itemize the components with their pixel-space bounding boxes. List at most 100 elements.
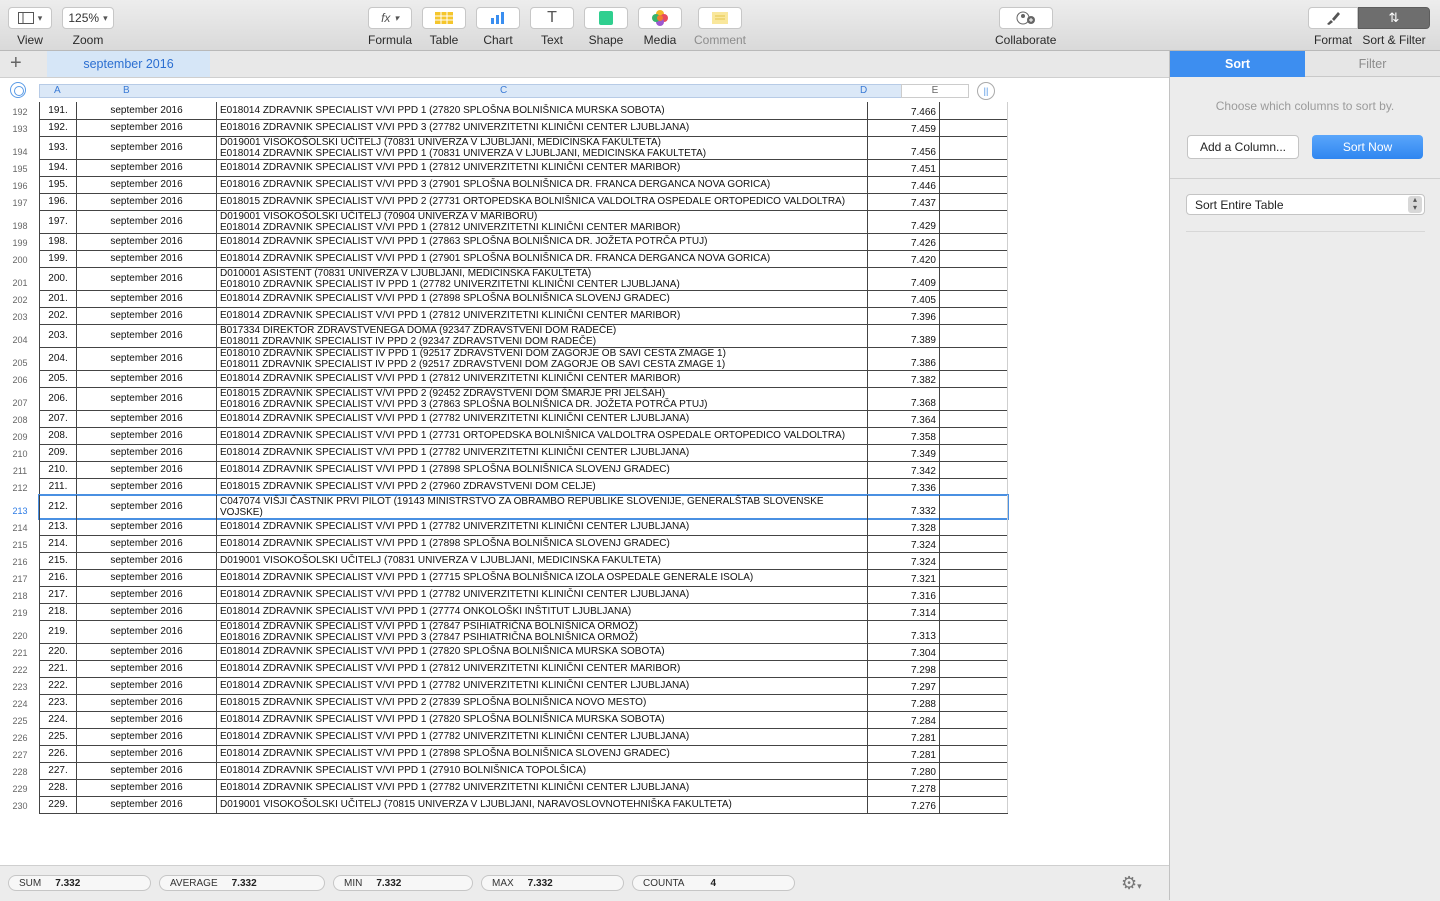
cell-period[interactable]: september 2016 bbox=[77, 427, 217, 444]
cell-position[interactable]: E018014 ZDRAVNIK SPECIALIST V/VI PPD 1 (… bbox=[217, 677, 868, 694]
cell-empty[interactable] bbox=[940, 677, 1008, 694]
cell-empty[interactable] bbox=[940, 136, 1008, 159]
row-number[interactable]: 198 bbox=[9, 221, 31, 231]
cell-empty[interactable] bbox=[940, 193, 1008, 210]
cell-period[interactable]: september 2016 bbox=[77, 387, 217, 410]
cell-period[interactable]: september 2016 bbox=[77, 159, 217, 176]
cell-value[interactable]: 7.389 bbox=[868, 324, 940, 347]
cell-value[interactable]: 7.276 bbox=[868, 796, 940, 813]
stat-max[interactable]: MAX 7.332 bbox=[481, 875, 624, 891]
cell-value[interactable]: 7.278 bbox=[868, 779, 940, 796]
row-number[interactable]: 201 bbox=[9, 278, 31, 288]
column-header-b[interactable]: B bbox=[123, 85, 130, 96]
cell-empty[interactable] bbox=[940, 660, 1008, 677]
cell-position[interactable]: E018014 ZDRAVNIK SPECIALIST V/VI PPD 1 (… bbox=[217, 159, 868, 176]
cell-empty[interactable] bbox=[940, 796, 1008, 813]
table-row[interactable]: 212. september 2016 C047074 VIŠJI ČASTNIK … bbox=[38, 494, 1009, 520]
row-number[interactable]: 218 bbox=[9, 591, 31, 601]
sort-now-button[interactable]: Sort Now bbox=[1312, 135, 1423, 159]
add-sheet-button[interactable]: + bbox=[10, 53, 22, 73]
table-control[interactable]: Table bbox=[422, 7, 466, 47]
cell-empty[interactable] bbox=[940, 210, 1008, 233]
collaborate-control[interactable]: Collaborate bbox=[995, 7, 1056, 47]
cell-period[interactable]: september 2016 bbox=[77, 119, 217, 136]
cell-position[interactable]: E018014 ZDRAVNIK SPECIALIST V/VI PPD 1 (… bbox=[217, 660, 868, 677]
cell-value[interactable]: 7.332 bbox=[868, 495, 940, 518]
cell-period[interactable]: september 2016 bbox=[77, 728, 217, 745]
cell-empty[interactable] bbox=[940, 410, 1008, 427]
view-control[interactable]: ▾ View bbox=[8, 7, 52, 47]
cell-empty[interactable] bbox=[940, 176, 1008, 193]
cell-position[interactable]: E018014 ZDRAVNIK SPECIALIST V/VI PPD 1 (… bbox=[217, 620, 868, 643]
cell-position[interactable]: E018014 ZDRAVNIK SPECIALIST V/VI PPD 1 (… bbox=[217, 290, 868, 307]
cell-period[interactable]: september 2016 bbox=[77, 102, 217, 119]
cell-position[interactable]: E018014 ZDRAVNIK SPECIALIST V/VI PPD 1 (… bbox=[217, 518, 868, 535]
table-row[interactable]: 203. september 2016 B017334 DIREKTOR ZDRAV… bbox=[39, 324, 1008, 348]
row-number[interactable]: 229 bbox=[9, 784, 31, 794]
cell-empty[interactable] bbox=[940, 518, 1008, 535]
cell-rank[interactable]: 200. bbox=[39, 267, 77, 290]
table-row[interactable]: 217. september 2016 E018014 ZDRAVNIK SPECI… bbox=[39, 586, 1008, 604]
cell-position[interactable]: E018014 ZDRAVNIK SPECIALIST V/VI PPD 1 (… bbox=[217, 461, 868, 478]
cell-value[interactable]: 7.429 bbox=[868, 210, 940, 233]
cell-empty[interactable] bbox=[940, 290, 1008, 307]
table-row[interactable]: 219. september 2016 E018014 ZDRAVNIK SPECI… bbox=[39, 620, 1008, 644]
cell-empty[interactable] bbox=[940, 102, 1008, 119]
cell-empty[interactable] bbox=[940, 461, 1008, 478]
row-number[interactable]: 194 bbox=[9, 147, 31, 157]
zoom-control[interactable]: 125% ▾ Zoom bbox=[62, 7, 114, 47]
cell-period[interactable]: september 2016 bbox=[77, 136, 217, 159]
cell-rank[interactable]: 195. bbox=[39, 176, 77, 193]
cell-rank[interactable]: 206. bbox=[39, 387, 77, 410]
row-number[interactable]: 227 bbox=[9, 750, 31, 760]
cell-empty[interactable] bbox=[940, 728, 1008, 745]
table-row[interactable]: 216. september 2016 E018014 ZDRAVNIK SPECI… bbox=[39, 569, 1008, 587]
row-number[interactable]: 219 bbox=[9, 608, 31, 618]
cell-position[interactable]: E018014 ZDRAVNIK SPECIALIST V/VI PPD 1 (… bbox=[217, 250, 868, 267]
cell-value[interactable]: 7.280 bbox=[868, 762, 940, 779]
cell-empty[interactable] bbox=[940, 745, 1008, 762]
stat-min[interactable]: MIN 7.332 bbox=[333, 875, 473, 891]
zoom-select[interactable]: 125% ▾ bbox=[62, 7, 114, 29]
cell-position[interactable]: E018015 ZDRAVNIK SPECIALIST V/VI PPD 2 (… bbox=[217, 478, 868, 495]
cell-period[interactable]: september 2016 bbox=[77, 210, 217, 233]
cell-value[interactable]: 7.368 bbox=[868, 387, 940, 410]
cell-position[interactable]: E018016 ZDRAVNIK SPECIALIST V/VI PPD 3 (… bbox=[217, 119, 868, 136]
cell-period[interactable]: september 2016 bbox=[77, 307, 217, 324]
cell-position[interactable]: E018014 ZDRAVNIK SPECIALIST V/VI PPD 1 (… bbox=[217, 586, 868, 603]
cell-position[interactable]: C047074 VIŠJI ČASTNIK PRVI PILOT (19143 … bbox=[217, 495, 868, 518]
cell-rank[interactable]: 201. bbox=[39, 290, 77, 307]
row-number[interactable]: 196 bbox=[9, 181, 31, 191]
cell-period[interactable]: september 2016 bbox=[77, 495, 217, 518]
cell-period[interactable]: september 2016 bbox=[77, 176, 217, 193]
row-number[interactable]: 228 bbox=[9, 767, 31, 777]
cell-period[interactable]: september 2016 bbox=[77, 444, 217, 461]
cell-value[interactable]: 7.420 bbox=[868, 250, 940, 267]
cell-value[interactable]: 7.451 bbox=[868, 159, 940, 176]
cell-rank[interactable]: 197. bbox=[39, 210, 77, 233]
row-number[interactable]: 205 bbox=[9, 358, 31, 368]
cell-position[interactable]: E018014 ZDRAVNIK SPECIALIST V/VI PPD 1 (… bbox=[217, 410, 868, 427]
shape-button[interactable] bbox=[584, 7, 628, 29]
cell-position[interactable]: D019001 VISOKOŠOLSKI UČITELJ (70815 UNIV… bbox=[217, 796, 868, 813]
cell-period[interactable]: september 2016 bbox=[77, 745, 217, 762]
comment-button[interactable] bbox=[698, 7, 742, 29]
cell-position[interactable]: D010001 ASISTENT (70831 UNIVERZA V LJUBL… bbox=[217, 267, 868, 290]
add-column-handle[interactable]: || bbox=[977, 82, 995, 100]
table-row[interactable]: 218. september 2016 E018014 ZDRAVNIK SPECI… bbox=[39, 603, 1008, 621]
table-row[interactable]: 215. september 2016 D019001 VISOKOŠOLSKI U… bbox=[39, 552, 1008, 570]
table-row[interactable]: 198. september 2016 E018014 ZDRAVNIK SPECI… bbox=[39, 233, 1008, 251]
row-number[interactable]: 217 bbox=[9, 574, 31, 584]
cell-position[interactable]: E018014 ZDRAVNIK SPECIALIST V/VI PPD 1 (… bbox=[217, 444, 868, 461]
cell-rank[interactable]: 192. bbox=[39, 119, 77, 136]
column-header-c[interactable]: C bbox=[500, 85, 507, 96]
comment-control[interactable]: Comment bbox=[694, 7, 746, 47]
cell-empty[interactable] bbox=[940, 762, 1008, 779]
cell-period[interactable]: september 2016 bbox=[77, 347, 217, 370]
sheet-canvas[interactable]: A B C D E || 192 193 194 195 196 197 198 199 200… bbox=[0, 78, 1169, 865]
cell-empty[interactable] bbox=[940, 552, 1008, 569]
cell-value[interactable]: 7.342 bbox=[868, 461, 940, 478]
cell-rank[interactable]: 227. bbox=[39, 762, 77, 779]
table-row[interactable]: 224. september 2016 E018014 ZDRAVNIK SPECI… bbox=[39, 711, 1008, 729]
chart-control[interactable]: Chart bbox=[476, 7, 520, 47]
